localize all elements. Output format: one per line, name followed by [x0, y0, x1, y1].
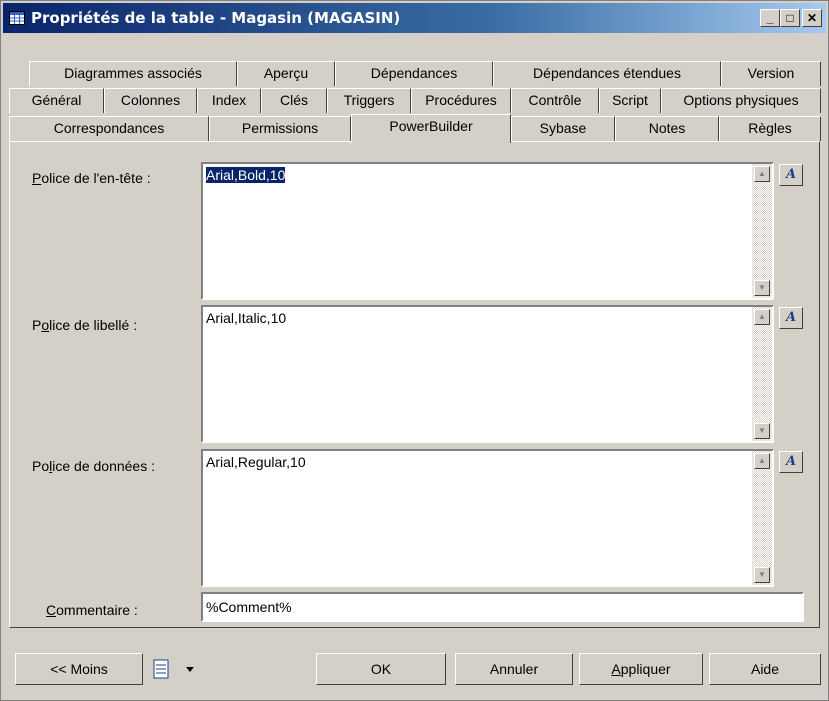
tab-options-physiques[interactable]: Options physiques	[661, 88, 821, 113]
scroll-down-button[interactable]: ▼	[754, 567, 770, 583]
tab-index[interactable]: Index	[197, 88, 261, 113]
label-font-value: Arial,Italic,10	[206, 310, 287, 326]
close-button[interactable]: ✕	[802, 9, 822, 27]
tab-correspondances[interactable]: Correspondances	[9, 116, 209, 141]
scroll-up-button[interactable]: ▲	[754, 453, 770, 469]
minimize-button[interactable]: _	[760, 9, 780, 27]
tab-cles[interactable]: Clés	[261, 88, 327, 113]
scroll-down-button[interactable]: ▼	[754, 423, 770, 439]
data-font-label: Police de données :	[32, 458, 155, 474]
ok-button[interactable]: OK	[316, 653, 446, 685]
comment-input[interactable]: %Comment%	[201, 592, 804, 622]
label-font-field[interactable]: Arial,Italic,10 ▲ ▼	[201, 305, 774, 443]
header-font-label: Police de l'en-tête :	[32, 170, 151, 186]
data-font-field[interactable]: Arial,Regular,10 ▲ ▼	[201, 449, 774, 587]
tab-apercu[interactable]: Aperçu	[237, 61, 335, 86]
header-font-field[interactable]: Arial,Bold,10 ▲ ▼	[201, 162, 774, 300]
data-font-scrollbar[interactable]: ▲ ▼	[752, 451, 772, 585]
tab-sybase[interactable]: Sybase	[511, 116, 615, 141]
tab-controle[interactable]: Contrôle	[511, 88, 599, 113]
properties-menu-button[interactable]	[151, 659, 209, 681]
tab-notes[interactable]: Notes	[615, 116, 719, 141]
tab-powerbuilder[interactable]: PowerBuilder	[351, 114, 511, 143]
less-button[interactable]: << Moins	[15, 653, 143, 685]
cancel-button[interactable]: Annuler	[455, 653, 573, 685]
tab-regles[interactable]: Règles	[719, 116, 821, 141]
label-font-label: Police de libellé :	[32, 317, 138, 333]
apply-button[interactable]: Appliquer	[579, 653, 703, 685]
data-font-picker-icon[interactable]: A	[779, 451, 803, 473]
comment-value: %Comment%	[206, 599, 292, 615]
properties-window: Propriétés de la table - Magasin (MAGASI…	[0, 0, 829, 701]
scroll-up-button[interactable]: ▲	[754, 309, 770, 325]
tab-colonnes[interactable]: Colonnes	[104, 88, 197, 113]
label-font-scrollbar[interactable]: ▲ ▼	[752, 307, 772, 441]
header-font-value: Arial,Bold,10	[206, 167, 286, 183]
table-icon	[9, 11, 25, 25]
tab-dependances-etendues[interactable]: Dépendances étendues	[493, 61, 721, 86]
header-font-scrollbar[interactable]: ▲ ▼	[752, 164, 772, 298]
scroll-down-button[interactable]: ▼	[754, 280, 770, 296]
tab-dependances[interactable]: Dépendances	[335, 61, 493, 86]
help-button[interactable]: Aide	[709, 653, 821, 685]
tab-script[interactable]: Script	[599, 88, 661, 113]
data-font-value: Arial,Regular,10	[206, 454, 306, 470]
maximize-button[interactable]: □	[780, 9, 800, 27]
tab-procedures[interactable]: Procédures	[411, 88, 511, 113]
window-title: Propriétés de la table - Magasin (MAGASI…	[31, 9, 401, 27]
tab-diagrammes-associes[interactable]: Diagrammes associés	[29, 61, 237, 86]
tab-general[interactable]: Général	[9, 88, 104, 113]
comment-label: Commentaire :	[46, 602, 138, 618]
header-font-picker-icon[interactable]: A	[779, 164, 803, 186]
tab-triggers[interactable]: Triggers	[327, 88, 411, 113]
scroll-up-button[interactable]: ▲	[754, 166, 770, 182]
label-font-picker-icon[interactable]: A	[779, 307, 803, 329]
title-bar: Propriétés de la table - Magasin (MAGASI…	[3, 3, 826, 33]
tab-permissions[interactable]: Permissions	[209, 116, 351, 141]
powerbuilder-panel: Police de l'en-tête : Arial,Bold,10 ▲ ▼ …	[9, 141, 820, 628]
properties-menu-icon	[153, 659, 194, 679]
tab-version[interactable]: Version	[721, 61, 821, 86]
